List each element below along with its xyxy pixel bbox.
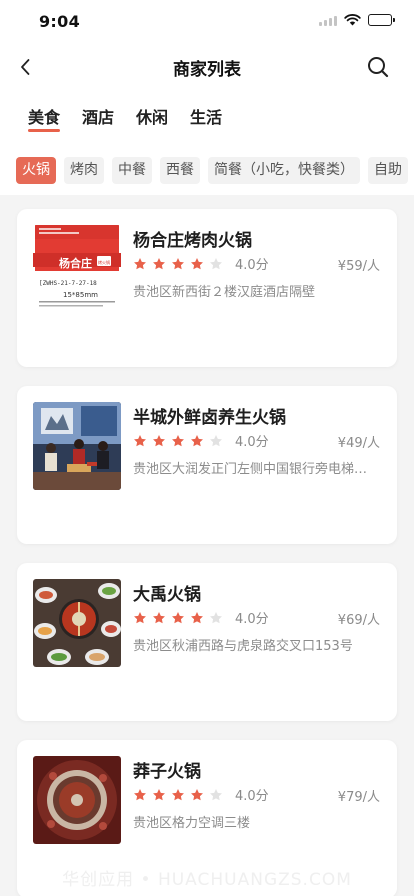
nav-bar: 商家列表 <box>0 44 414 90</box>
svg-text:杨合庄: 杨合庄 <box>59 256 92 270</box>
star-empty-icon <box>210 434 222 446</box>
search-button[interactable] <box>366 55 390 79</box>
status-time: 9:04 <box>39 12 80 31</box>
search-icon <box>368 57 389 78</box>
chip-western[interactable]: 西餐 <box>160 157 200 184</box>
star-rating <box>133 788 223 802</box>
star-filled-icon <box>153 257 165 269</box>
tab-food[interactable]: 美食 <box>28 104 61 132</box>
star-filled-icon <box>172 434 184 446</box>
hotpot-pot-photo <box>33 756 121 844</box>
wifi-icon <box>344 14 361 26</box>
merchant-address: 贵池区新西街２楼汉庭酒店隔壁 <box>133 285 316 300</box>
merchant-list: 杨合庄 烤火锅 [ZWHS-21-7-27-18 15*85mm 杨合庄烤肉火锅… <box>0 195 414 896</box>
watermark: 华创应用 • HUACHUANGZS.COM <box>62 870 352 890</box>
star-filled-icon <box>191 788 203 800</box>
star-filled-icon <box>191 611 203 623</box>
rating-score: 4.0分 <box>235 258 269 273</box>
page-title: 商家列表 <box>173 60 241 80</box>
tab-leisure[interactable]: 休闲 <box>136 104 168 132</box>
merchant-name: 半城外鲜卤养生火锅 <box>133 408 286 428</box>
star-filled-icon <box>134 434 146 446</box>
chip-chinese[interactable]: 中餐 <box>112 157 152 184</box>
star-empty-icon <box>210 611 222 623</box>
svg-text:烤火锅: 烤火锅 <box>98 259 110 265</box>
star-empty-icon <box>210 788 222 800</box>
star-filled-icon <box>153 788 165 800</box>
status-bar: 9:04 <box>0 0 414 44</box>
star-filled-icon <box>153 434 165 446</box>
star-filled-icon <box>134 257 146 269</box>
average-price: ¥79/人 <box>337 790 380 805</box>
tab-hotel[interactable]: 酒店 <box>82 104 114 132</box>
sub-category-chips: 火锅 烤肉 中餐 西餐 简餐（小吃，快餐类） 自助 <box>16 157 408 184</box>
hotpot-table-photo <box>33 579 121 667</box>
average-price: ¥49/人 <box>337 436 380 451</box>
merchant-image <box>33 402 121 490</box>
merchant-name: 杨合庄烤肉火锅 <box>133 231 252 251</box>
merchant-image <box>33 756 121 844</box>
star-rating <box>133 257 223 271</box>
rating-row: 4.0分 <box>133 785 269 804</box>
cellular-signal-icon <box>319 15 337 26</box>
star-rating <box>133 611 223 625</box>
status-icons <box>319 14 395 26</box>
star-filled-icon <box>191 434 203 446</box>
star-empty-icon <box>210 257 222 269</box>
star-rating <box>133 434 223 448</box>
merchant-card[interactable]: 杨合庄 烤火锅 [ZWHS-21-7-27-18 15*85mm 杨合庄烤肉火锅… <box>17 209 397 367</box>
star-filled-icon <box>134 788 146 800</box>
svg-text:15*85mm: 15*85mm <box>63 291 98 299</box>
rating-score: 4.0分 <box>235 612 269 627</box>
main-category-tabs: 美食 酒店 休闲 生活 <box>28 104 222 132</box>
merchant-card[interactable]: 半城外鲜卤养生火锅 4.0分 ¥49/人 贵池区大润发正门左侧中国银行旁电梯上三… <box>17 386 397 544</box>
merchant-address: 贵池区秋浦西路与虎泉路交叉口153号 <box>133 639 353 654</box>
tv-studio-photo <box>33 402 121 490</box>
rating-row: 4.0分 <box>133 608 269 627</box>
star-filled-icon <box>172 611 184 623</box>
star-filled-icon <box>134 611 146 623</box>
svg-text:[ZWHS-21-7-27-18: [ZWHS-21-7-27-18 <box>39 280 97 287</box>
merchant-card[interactable]: 大禹火锅 4.0分 ¥69/人 贵池区秋浦西路与虎泉路交叉口153号 <box>17 563 397 721</box>
star-filled-icon <box>172 257 184 269</box>
merchant-image: 杨合庄 烤火锅 [ZWHS-21-7-27-18 15*85mm <box>33 225 121 313</box>
tab-life[interactable]: 生活 <box>190 104 222 132</box>
star-filled-icon <box>172 788 184 800</box>
chip-buffet[interactable]: 自助 <box>368 157 408 184</box>
rating-score: 4.0分 <box>235 789 269 804</box>
rating-row: 4.0分 <box>133 431 269 450</box>
merchant-name: 大禹火锅 <box>133 585 201 605</box>
average-price: ¥59/人 <box>337 259 380 274</box>
rating-score: 4.0分 <box>235 435 269 450</box>
merchant-address: 贵池区格力空调三楼 <box>133 816 251 831</box>
merchant-logo-label: 杨合庄 烤火锅 [ZWHS-21-7-27-18 15*85mm <box>33 225 121 307</box>
rating-row: 4.0分 <box>133 254 269 273</box>
chip-snack[interactable]: 简餐（小吃，快餐类） <box>208 157 360 184</box>
merchant-image <box>33 579 121 667</box>
chip-hotpot[interactable]: 火锅 <box>16 157 56 184</box>
star-filled-icon <box>191 257 203 269</box>
average-price: ¥69/人 <box>337 613 380 628</box>
merchant-name: 莽子火锅 <box>133 762 201 782</box>
battery-icon <box>368 14 395 26</box>
chip-bbq[interactable]: 烤肉 <box>64 157 104 184</box>
star-filled-icon <box>153 611 165 623</box>
merchant-address: 贵池区大润发正门左侧中国银行旁电梯上三楼 <box>133 462 379 477</box>
